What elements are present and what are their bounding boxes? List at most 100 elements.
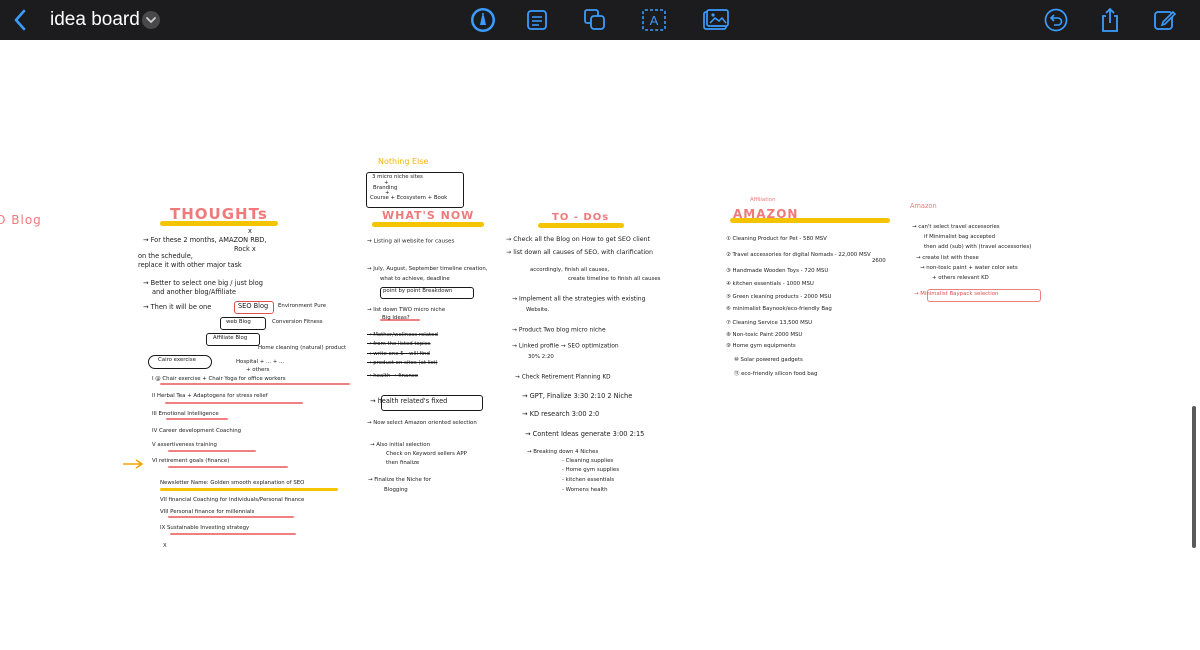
highlight-stroke (168, 450, 256, 452)
thoughts-line: Cairo exercise (158, 357, 196, 363)
amazon-heading: AMAZON (733, 207, 799, 221)
amazon-notes-line: then add (sub) with (travel accessories) (924, 244, 1032, 250)
thoughts-item: VIII Personal finance for millennials (160, 509, 255, 515)
whats-now-line: → write one 5 - will find (367, 351, 430, 357)
thoughts-item: V assertiveness training (152, 442, 217, 448)
todo-line: create timeline to finish all causes (568, 276, 661, 282)
highlight-stroke (168, 516, 294, 518)
thoughts-heading: THOUGHTs (170, 205, 268, 223)
board-canvas[interactable]: O Blog Nothing Else 3 micro niche sites … (0, 40, 1200, 650)
whats-now-line: → product on sites (at list) (367, 360, 438, 366)
title-dropdown-icon[interactable] (141, 0, 161, 40)
nothing-else-line: 3 micro niche sites (372, 174, 423, 180)
board-title[interactable]: idea board (50, 0, 140, 40)
vertical-scrollbar[interactable] (1192, 406, 1196, 548)
thoughts-item: X (163, 543, 167, 549)
highlight-stroke (538, 223, 624, 228)
thoughts-item: VII financial Coaching for Individuals/P… (160, 497, 305, 503)
todo-line: → GPT, Finalize 3:30 2:10 2 Niche (522, 392, 633, 400)
whats-now-line: → Now select Amazon oriented selection (367, 419, 477, 426)
pen-tool-icon[interactable] (468, 0, 498, 40)
amazon-notes-line: if Minimalist bag accepted (924, 234, 996, 240)
image-icon[interactable] (700, 0, 732, 40)
todo-line: → KD research 3:00 2:0 (522, 410, 600, 418)
amazon-line: ⑥ minimalist Baynook/eco-friendly Bag (726, 306, 832, 312)
amazon-line: ⑨ Home gym equipments (726, 343, 796, 349)
whats-now-line: → Also initial selection (370, 442, 431, 448)
share-icon[interactable] (1097, 0, 1123, 40)
todo-line: 30% 2:20 (528, 354, 554, 360)
todo-line: - Womens health (562, 487, 608, 493)
whats-now-line: what to achieve, deadline (380, 276, 450, 282)
todo-heading: TO - DOs (552, 212, 610, 223)
thoughts-item: IX Sustainable Investing strategy (160, 525, 250, 531)
shapes-icon[interactable] (580, 0, 610, 40)
amazon-notes-line: + others relevant KD (932, 275, 989, 281)
thoughts-line: x (248, 227, 252, 235)
thoughts-line: Home cleaning (natural) product (258, 345, 347, 351)
whats-now-line: → list down TWO micro niche (367, 307, 446, 313)
amazon-notes-line: → non-toxic paint + water color sets (920, 265, 1018, 271)
whats-now-line: point by point Breakdown (383, 288, 453, 294)
amazon-line: ③ Handmade Wooden Toys - 720 MSU (726, 268, 829, 274)
thoughts-line: web Blog (226, 319, 251, 325)
thoughts-line: replace it with other major task (138, 261, 242, 269)
highlight-stroke (165, 402, 303, 404)
whats-now-line: → health → finance (367, 373, 419, 379)
todo-line: - kitchen essentials (562, 477, 615, 483)
thoughts-line: Conversion Fitness (272, 319, 323, 325)
amazon-line: ⑦ Cleaning Service 13,500 MSU (726, 320, 813, 326)
thoughts-item: I @ Chair exercise + Chair Yoga for offi… (152, 376, 286, 382)
whats-now-line: Check on Keyword sellers APP (386, 451, 467, 457)
highlight-stroke (166, 418, 228, 420)
amazon-line: ② Travel accessories for digital Nomads … (726, 252, 871, 258)
todo-line: → Linked profile → SEO optimization (512, 342, 619, 350)
top-toolbar: idea board A (0, 0, 1200, 40)
amazon-line: ① Cleaning Product for Pet - 580 MSV (726, 236, 827, 242)
amazon-line: ⑪ eco-friendly silicon food bag (734, 371, 818, 377)
todo-line: → list down all causes of SEO, with clar… (506, 248, 653, 256)
whats-now-line: then finalize (386, 460, 420, 466)
thoughts-line: Hospital + ... + ... (236, 359, 285, 365)
thoughts-line: → For these 2 months, AMAZON RBD, (143, 236, 267, 244)
thoughts-line: → Better to select one big / just blog (143, 279, 263, 287)
todo-line: - Home gym supplies (562, 467, 620, 473)
svg-text:A: A (650, 13, 659, 28)
whats-now-line: Blogging (384, 487, 408, 493)
todo-line: → Content Ideas generate 3:00 2:15 (525, 430, 645, 438)
whats-now-line: → Listing all website for causes (367, 237, 455, 244)
nothing-else-line: Course + Ecosystem + Book (370, 195, 448, 201)
highlight-stroke (372, 222, 484, 227)
amazon-notes-heading: Amazon (910, 202, 937, 210)
thoughts-item: VI retirement goals (finance) (152, 458, 230, 464)
thoughts-line: on the schedule, (138, 252, 193, 260)
orange-arrow-icon (121, 456, 145, 474)
whats-now-line: → Finalize the Niche for (368, 477, 431, 483)
edit-icon[interactable] (1152, 0, 1178, 40)
highlight-stroke (168, 466, 288, 468)
amazon-line: ⑧ Non-toxic Paint 2000 MSU (726, 332, 803, 338)
text-box-icon[interactable]: A (639, 0, 669, 40)
todo-line: → Implement all the strategies with exis… (512, 295, 646, 303)
thoughts-line: SEO Blog (238, 302, 269, 310)
amazon-line: ④ kitchen essentials - 1000 MSU (726, 281, 814, 287)
back-chevron-icon[interactable] (6, 0, 34, 40)
note-icon[interactable] (523, 0, 551, 40)
thoughts-line: → Then it will be one (143, 303, 212, 311)
todo-line: Website. (526, 307, 550, 313)
whats-now-heading: WHAT'S NOW (382, 209, 475, 222)
thoughts-item: Newsletter Name: Golden smooth explanati… (160, 480, 305, 486)
whats-now-line: → Mother/wellness related (367, 332, 438, 338)
amazon-line: ⑩ Solar powered gadgets (734, 357, 803, 363)
amazon-notes-line: → can't select travel accessories (912, 224, 1000, 230)
thoughts-line: and another blog/Affiliate (152, 288, 237, 296)
blog-heading: O Blog (0, 213, 42, 227)
nothing-else-title: Nothing Else (378, 157, 429, 166)
whats-now-line: → from the listed topics (367, 341, 431, 347)
undo-icon[interactable] (1042, 0, 1070, 40)
todo-line: → Check all the Blog on How to get SEO c… (506, 235, 650, 243)
thoughts-line: Rock x (234, 245, 256, 253)
affiliation-label: Affiliation (750, 197, 776, 203)
highlight-stroke (170, 533, 296, 535)
thoughts-line: + others (246, 367, 270, 373)
